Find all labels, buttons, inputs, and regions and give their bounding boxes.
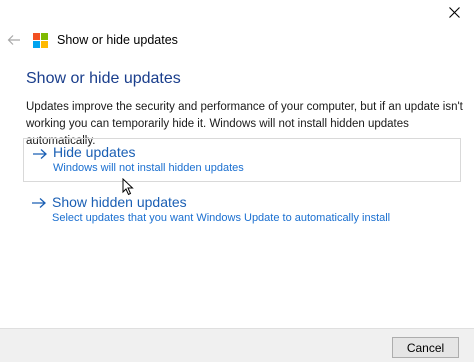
show-hidden-updates-title: Show hidden updates: [52, 194, 187, 210]
arrow-right-icon: [33, 149, 47, 159]
back-button[interactable]: [6, 33, 22, 47]
hide-updates-subtitle: Windows will not install hidden updates: [53, 162, 244, 174]
cancel-button[interactable]: Cancel: [392, 337, 459, 358]
back-arrow-icon: [7, 35, 20, 45]
close-icon: [448, 6, 460, 18]
show-hidden-updates-subtitle: Select updates that you want Windows Upd…: [52, 212, 391, 224]
title-bar: [0, 0, 474, 24]
show-hidden-updates-option[interactable]: Show hidden updates Select updates that …: [23, 193, 461, 233]
window-header-title: Show or hide updates: [57, 33, 178, 47]
window-header: Show or hide updates: [33, 31, 178, 49]
windows-logo-icon: [33, 32, 48, 48]
hide-updates-option[interactable]: Hide updates Windows will not install hi…: [23, 138, 461, 182]
hide-updates-title: Hide updates: [53, 144, 136, 160]
arrow-right-icon: [32, 198, 46, 208]
footer-bar: Cancel: [0, 328, 474, 362]
mouse-cursor-icon: [122, 178, 134, 196]
close-button[interactable]: [442, 2, 466, 22]
page-title: Show or hide updates: [26, 70, 181, 87]
